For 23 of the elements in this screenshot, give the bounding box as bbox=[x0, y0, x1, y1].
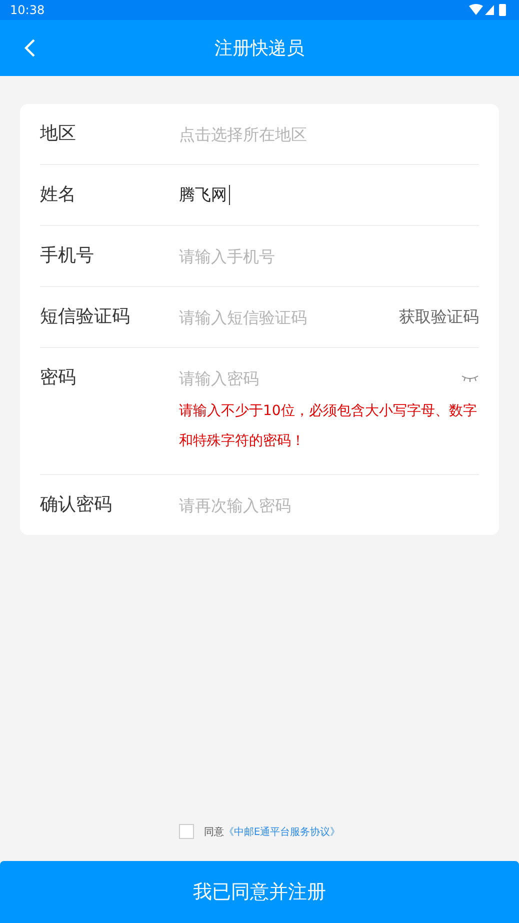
get-code-button[interactable]: 获取验证码 bbox=[399, 306, 479, 328]
agree-checkbox[interactable] bbox=[178, 824, 194, 839]
password-hint: 请输入不少于10位，必须包含大小写字母、数字和特殊字符的密码！ bbox=[179, 402, 478, 451]
field-label: 手机号 bbox=[40, 244, 95, 268]
input-field[interactable]: 请输入密码 bbox=[179, 368, 461, 388]
field-label: 姓名 bbox=[40, 183, 77, 207]
input-field[interactable]: 点击选择所在地区 bbox=[179, 124, 479, 144]
status-icons bbox=[469, 4, 509, 16]
field-label: 确认密码 bbox=[40, 493, 113, 517]
field-label: 地区 bbox=[40, 122, 77, 146]
input-field[interactable]: 请再次输入密码 bbox=[179, 496, 479, 514]
back-icon bbox=[24, 38, 36, 58]
page-title: 注册快递员 bbox=[214, 37, 304, 60]
input-field[interactable]: 请输入手机号 bbox=[179, 246, 479, 266]
register-button[interactable]: 我已同意并注册 bbox=[0, 861, 519, 923]
field-label: 短信验证码 bbox=[40, 305, 131, 329]
field-label: 密码 bbox=[40, 366, 77, 390]
clock: 10:38 bbox=[10, 3, 45, 17]
agree-text: 同意 bbox=[204, 826, 224, 838]
input-field[interactable]: 请输入短信验证码 bbox=[179, 308, 399, 326]
input-field[interactable]: 腾飞网 bbox=[179, 186, 229, 204]
agreement-link[interactable]: 《中邮E通平台服务协议》 bbox=[224, 824, 340, 838]
eye-closed-icon[interactable] bbox=[461, 374, 479, 382]
